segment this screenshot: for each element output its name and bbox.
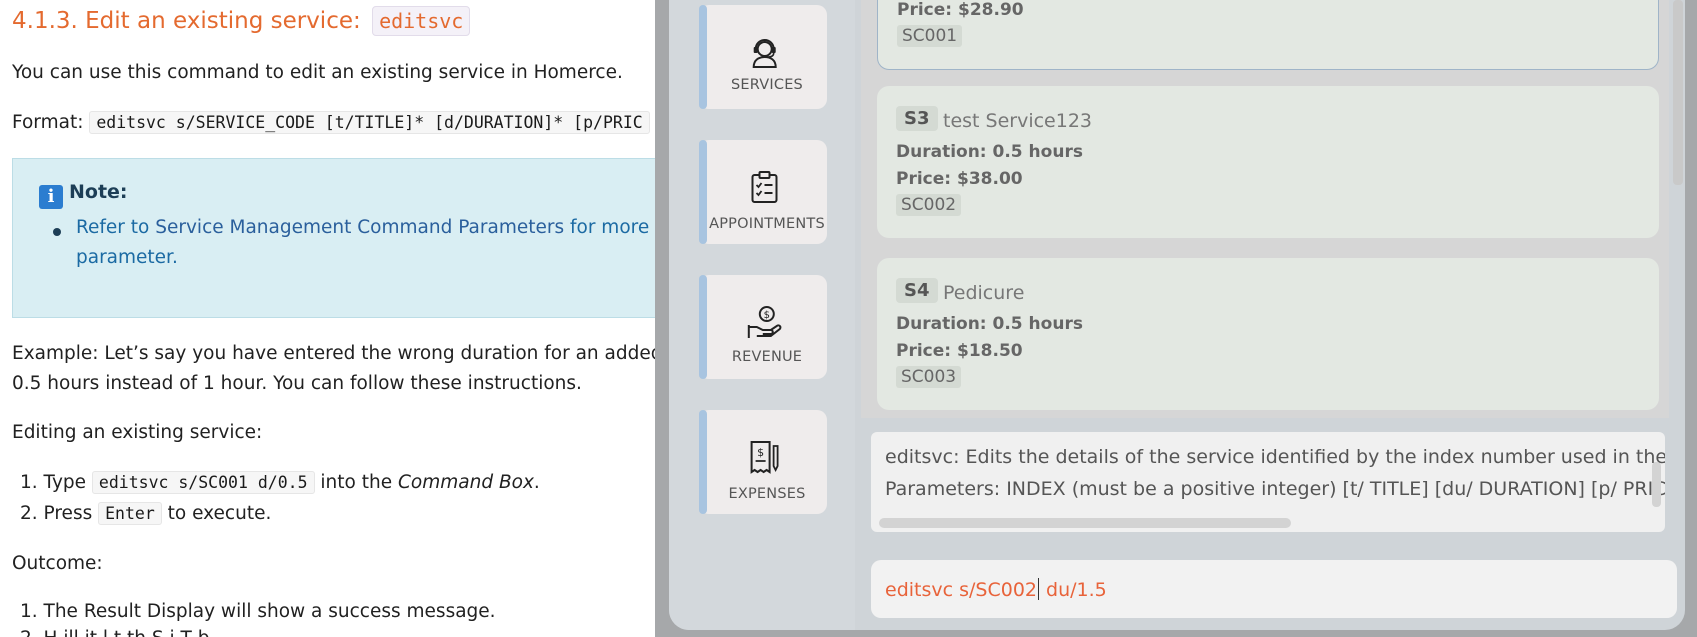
command-input[interactable]: editsvc s/SC002 du/1.5 xyxy=(885,578,1107,601)
service-list[interactable]: Price: $28.90 SC001 S3 test Service123 D… xyxy=(861,0,1669,418)
service-card[interactable]: S3 test Service123 Duration: 0.5 hours P… xyxy=(877,86,1659,238)
service-price: Price: $38.00 xyxy=(896,169,1023,189)
command-box[interactable]: editsvc s/SC002 du/1.5 xyxy=(871,560,1677,618)
note-text: Refer to Service Management Command Para… xyxy=(76,217,660,238)
documentation-pane: 4.1.3. Edit an existing service: editsvc… xyxy=(0,0,660,637)
service-card[interactable]: S4 Pedicure Duration: 0.5 hours Price: $… xyxy=(877,258,1659,410)
sidebar-item-appointments[interactable]: APPOINTMENTS xyxy=(699,140,827,244)
service-index: S3 xyxy=(896,106,938,131)
sidebar-item-expenses[interactable]: $ EXPENSES xyxy=(699,410,827,514)
note-box: i Note: Refer to Service Management Comma… xyxy=(12,158,660,318)
service-code: SC001 xyxy=(897,25,963,47)
service-code: SC002 xyxy=(896,194,962,216)
sidebar-item-services[interactable]: SERVICES xyxy=(699,5,827,109)
outcome-1: 1. The Result Display will show a succes… xyxy=(20,601,496,622)
service-card-selected[interactable]: Price: $28.90 SC001 xyxy=(877,0,1659,70)
svg-text:$: $ xyxy=(764,310,770,321)
step-2: 2. Press Enter to execute. xyxy=(20,502,272,525)
app-body: SERVICES APPOINTMENTS $ REVENUE $ EXPENS… xyxy=(669,0,1685,630)
svg-text:$: $ xyxy=(757,446,764,459)
example-line-2: 0.5 hours instead of 1 hour. You can fol… xyxy=(12,373,582,394)
outcome-label: Outcome: xyxy=(12,553,103,574)
service-index: S4 xyxy=(896,278,938,303)
parameters-link[interactable]: Service Management Command Parameters xyxy=(155,217,564,238)
text-caret xyxy=(1038,578,1039,600)
format-code: editsvc s/SERVICE_CODE [t/TITLE]* [d/DUR… xyxy=(89,111,650,134)
clipboard-checklist-icon xyxy=(751,171,778,203)
hand-coin-icon: $ xyxy=(747,306,782,338)
nav-accent-bar xyxy=(699,140,707,244)
result-vertical-scrollbar[interactable] xyxy=(1652,462,1661,507)
intro-text: You can use this command to edit an exis… xyxy=(12,62,623,83)
step-1: 1. Type editsvc s/SC001 d/0.5 into the C… xyxy=(20,471,540,494)
customer-service-icon xyxy=(752,39,777,68)
outcome-2: 2. H ill it l t th S i T b xyxy=(20,628,209,637)
nav-accent-bar xyxy=(699,275,707,379)
service-price: Price: $18.50 xyxy=(896,341,1023,361)
list-scrollbar[interactable] xyxy=(1673,0,1683,185)
bullet-icon xyxy=(53,228,61,236)
example-line-1: Example: Let’s say you have entered the … xyxy=(12,343,660,364)
sidebar-item-revenue[interactable]: $ REVENUE xyxy=(699,275,827,379)
format-line: Format: editsvc s/SERVICE_CODE [t/TITLE]… xyxy=(12,111,650,134)
receipt-pen-icon: $ xyxy=(750,441,779,474)
result-display: editsvc: Edits the details of the servic… xyxy=(871,432,1665,532)
step-1-code: editsvc s/SC001 d/0.5 xyxy=(91,471,315,494)
note-text-cont: parameter. xyxy=(76,247,178,268)
info-icon: i xyxy=(39,185,63,209)
service-title: test Service123 xyxy=(943,110,1093,132)
editing-label: Editing an existing service: xyxy=(12,422,263,443)
service-code: SC003 xyxy=(896,366,962,388)
nav-accent-bar xyxy=(699,5,707,109)
section-heading: 4.1.3. Edit an existing service: editsvc xyxy=(12,6,471,36)
service-duration: Duration: 0.5 hours xyxy=(896,142,1083,162)
homerce-app-window: SERVICES APPOINTMENTS $ REVENUE $ EXPENS… xyxy=(655,0,1697,637)
sidebar: SERVICES APPOINTMENTS $ REVENUE $ EXPENS… xyxy=(669,0,855,630)
result-line-2: Parameters: INDEX (must be a positive in… xyxy=(885,478,1665,500)
step-2-code: Enter xyxy=(98,502,162,525)
result-horizontal-scrollbar[interactable] xyxy=(879,518,1291,528)
nav-accent-bar xyxy=(699,410,707,514)
result-line-1: editsvc: Edits the details of the servic… xyxy=(885,446,1665,468)
heading-code: editsvc xyxy=(372,6,471,36)
note-title: i Note: xyxy=(39,181,128,209)
service-title: Pedicure xyxy=(943,282,1025,304)
service-duration: Duration: 0.5 hours xyxy=(896,314,1083,334)
